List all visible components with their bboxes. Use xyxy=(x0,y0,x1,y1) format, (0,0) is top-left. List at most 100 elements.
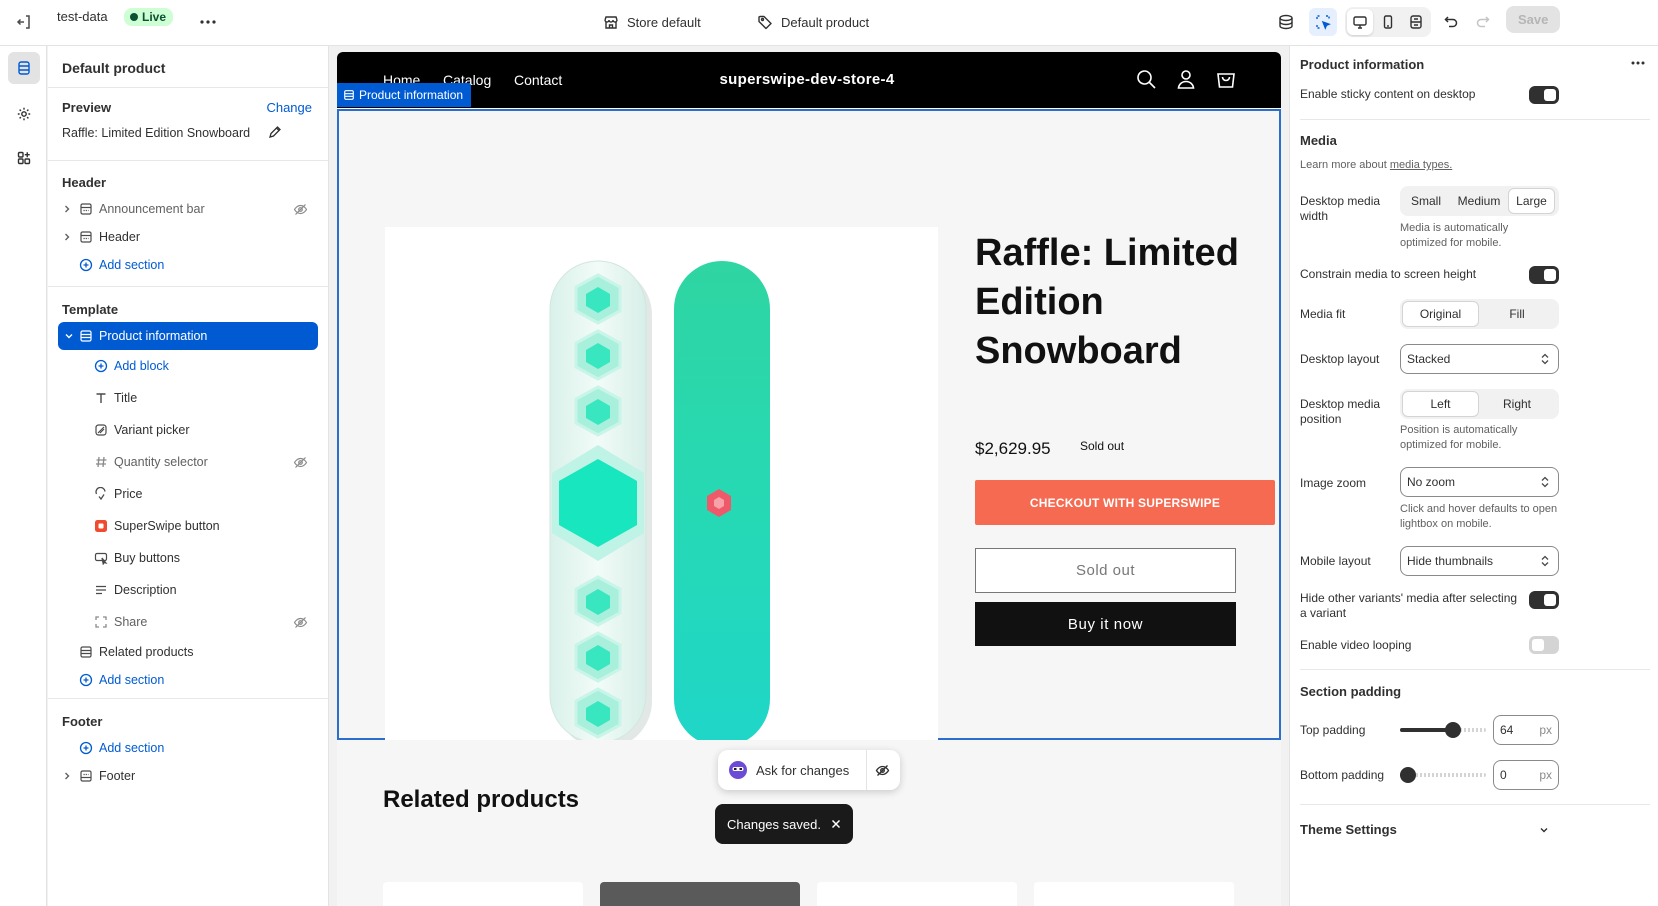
top-padding-input[interactable]: 64 px xyxy=(1493,715,1559,745)
option-fill[interactable]: Fill xyxy=(1479,301,1555,327)
undo-icon[interactable] xyxy=(1437,8,1465,36)
plus-circle-icon xyxy=(79,673,93,687)
status-badge-label: Live xyxy=(142,10,167,24)
option-medium[interactable]: Medium xyxy=(1450,188,1508,214)
price-icon xyxy=(94,487,108,501)
settings-panel: Product information Enable sticky conten… xyxy=(1289,46,1658,906)
account-icon[interactable] xyxy=(1175,68,1197,90)
sticky-toggle[interactable] xyxy=(1529,86,1559,104)
plus-circle-icon xyxy=(94,359,108,373)
exit-icon[interactable] xyxy=(10,8,38,36)
save-button[interactable]: Save xyxy=(1506,6,1561,33)
add-section-label: Add section xyxy=(99,673,165,687)
related-product-card[interactable] xyxy=(600,882,800,906)
change-preview-link[interactable]: Change xyxy=(266,100,312,115)
nav-link-contact[interactable]: Contact xyxy=(514,72,562,88)
add-block-button[interactable]: Add block xyxy=(48,352,328,380)
search-icon[interactable] xyxy=(1135,68,1157,90)
add-to-cart-sold-out-button[interactable]: Sold out xyxy=(975,548,1236,593)
add-section-footer-button[interactable]: Add section xyxy=(48,734,328,762)
mobile-layout-select[interactable]: Hide thumbnails xyxy=(1400,546,1559,576)
store-name[interactable]: superswipe-dev-store-4 xyxy=(717,71,897,88)
template-scope-selector[interactable]: Store default xyxy=(603,8,701,36)
option-original[interactable]: Original xyxy=(1402,301,1479,327)
slider-thumb[interactable] xyxy=(1400,767,1416,783)
eye-hidden-icon[interactable] xyxy=(293,202,308,217)
full-width-view-icon[interactable] xyxy=(1403,9,1429,35)
image-zoom-help: Click and hover defaults to open lightbo… xyxy=(1400,503,1558,530)
option-right[interactable]: Right xyxy=(1479,391,1555,417)
eye-hidden-icon[interactable] xyxy=(293,455,308,470)
store-icon xyxy=(604,16,618,29)
related-product-card[interactable] xyxy=(1034,882,1234,906)
top-padding-slider[interactable] xyxy=(1400,722,1486,738)
ask-for-changes-label: Ask for changes xyxy=(756,762,850,778)
block-label: Description xyxy=(114,583,177,597)
sections-icon[interactable] xyxy=(8,52,40,84)
constrain-label: Constrain media to screen height xyxy=(1300,267,1477,281)
product-media[interactable] xyxy=(385,227,938,779)
tree-item-announcement-bar[interactable]: Announcement bar xyxy=(48,195,328,223)
tree-item-header[interactable]: Header xyxy=(48,223,328,251)
chevron-down-icon[interactable] xyxy=(64,331,74,341)
block-description[interactable]: Description xyxy=(48,576,328,604)
cart-icon[interactable] xyxy=(1215,68,1237,90)
template-selector[interactable]: Default product xyxy=(757,8,869,36)
video-loop-toggle[interactable] xyxy=(1529,636,1559,654)
template-scope-label: Store default xyxy=(627,14,701,30)
block-variant-picker[interactable]: Variant picker xyxy=(48,416,328,444)
checkout-with-superswipe-button[interactable]: CHECKOUT WITH SUPERSWIPE xyxy=(975,480,1275,525)
inspector-cursor-icon[interactable] xyxy=(1309,8,1337,36)
desktop-view-icon[interactable] xyxy=(1347,9,1373,35)
apps-icon[interactable] xyxy=(8,142,40,174)
related-product-card[interactable] xyxy=(383,882,583,906)
slider-thumb[interactable] xyxy=(1444,722,1461,738)
store-header[interactable]: Home Catalog Contact superswipe-dev-stor… xyxy=(337,52,1281,108)
mobile-layout-label: Mobile layout xyxy=(1300,554,1371,568)
input-unit: px xyxy=(1539,723,1552,737)
section-tag-product-information[interactable]: Product information xyxy=(337,83,472,107)
desktop-layout-select[interactable]: Stacked xyxy=(1400,344,1559,374)
block-price[interactable]: Price xyxy=(48,480,328,508)
option-small[interactable]: Small xyxy=(1402,188,1450,214)
mobile-view-icon[interactable] xyxy=(1375,9,1401,35)
option-left[interactable]: Left xyxy=(1402,391,1479,417)
more-actions-icon[interactable] xyxy=(194,8,222,36)
add-section-header-button[interactable]: Add section xyxy=(48,251,328,279)
option-large[interactable]: Large xyxy=(1508,188,1555,214)
eye-hidden-icon[interactable] xyxy=(293,615,308,630)
chevron-right-icon[interactable] xyxy=(62,771,72,781)
related-product-card[interactable] xyxy=(817,882,1017,906)
add-section-template-button[interactable]: Add section xyxy=(48,666,328,694)
block-share[interactable]: Share xyxy=(48,608,328,636)
chevron-right-icon[interactable] xyxy=(62,232,72,242)
tree-item-footer[interactable]: Footer xyxy=(48,762,328,790)
media-types-link[interactable]: media types. xyxy=(1390,159,1452,171)
hide-variants-toggle[interactable] xyxy=(1529,591,1559,609)
theme-settings-accordion[interactable]: Theme Settings xyxy=(1290,805,1658,853)
buy-it-now-button[interactable]: Buy it now xyxy=(975,602,1236,646)
bottom-padding-slider[interactable] xyxy=(1400,767,1486,783)
input-value: 0 xyxy=(1500,768,1507,782)
constrain-toggle[interactable] xyxy=(1529,266,1559,284)
image-zoom-label: Image zoom xyxy=(1300,476,1367,490)
settings-gear-icon[interactable] xyxy=(8,98,40,130)
block-quantity-selector[interactable]: Quantity selector xyxy=(48,448,328,476)
ask-for-changes-pill[interactable]: Ask for changes xyxy=(718,750,900,790)
block-superswipe-button[interactable]: SuperSwipe button xyxy=(48,512,328,540)
tree-item-product-information[interactable]: Product information xyxy=(58,322,318,350)
edit-pencil-icon[interactable] xyxy=(268,125,282,139)
block-buy-buttons[interactable]: Buy buttons xyxy=(48,544,328,572)
product-information-section[interactable]: Raffle: Limited Edition Snowboard $2,629… xyxy=(337,109,1281,779)
image-zoom-select[interactable]: No zoom xyxy=(1400,467,1559,497)
close-icon[interactable] xyxy=(831,819,841,829)
app-embed-icon[interactable] xyxy=(1272,8,1300,36)
chevron-right-icon[interactable] xyxy=(62,204,72,214)
hide-variants-label: Hide other variants' media after selecti… xyxy=(1300,591,1518,620)
redo-icon[interactable] xyxy=(1469,8,1497,36)
bottom-padding-input[interactable]: 0 px xyxy=(1493,760,1559,790)
block-title[interactable]: Title xyxy=(48,384,328,412)
more-actions-icon[interactable] xyxy=(1630,55,1646,71)
eye-hidden-icon[interactable] xyxy=(866,750,890,790)
tree-item-related-products[interactable]: Related products xyxy=(48,638,328,666)
